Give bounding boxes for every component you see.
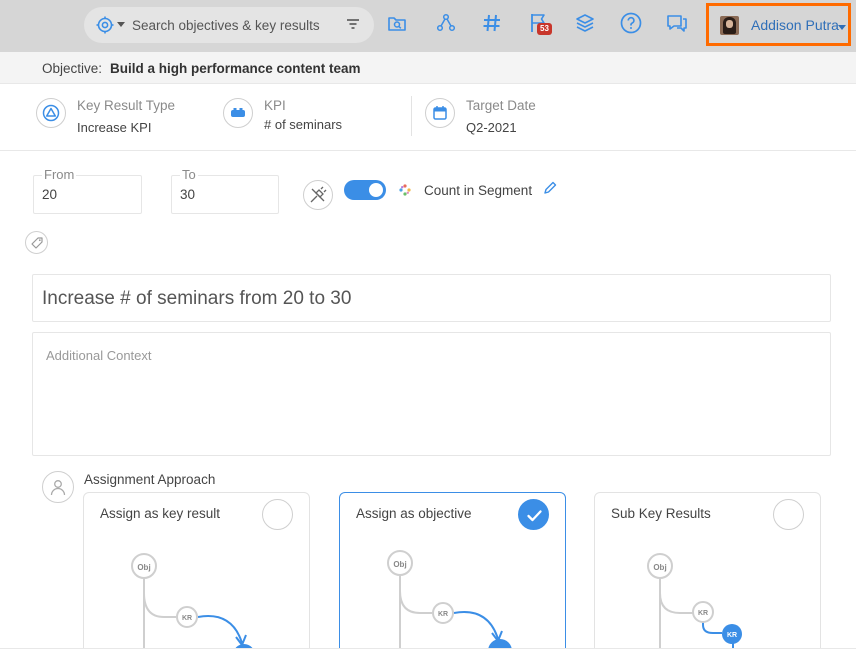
tag-icon[interactable] (25, 231, 48, 254)
count-in-segment-toggle[interactable] (344, 180, 386, 200)
avatar (720, 16, 739, 35)
edit-pencil-icon[interactable] (543, 181, 557, 200)
additional-context-input[interactable] (46, 348, 806, 438)
objective-bar: Objective: Build a high performance cont… (0, 52, 856, 84)
help-icon[interactable] (618, 10, 644, 36)
node-kr-label: KR (438, 611, 448, 618)
calendar-icon (425, 98, 455, 128)
node-obj-label: Obj (137, 563, 150, 572)
filter-icon[interactable] (346, 17, 360, 36)
search-input[interactable] (132, 15, 332, 35)
kpi-label: KPI (264, 98, 286, 113)
key-result-title-field[interactable] (32, 274, 831, 322)
node-kr-label: KR (698, 610, 708, 617)
count-in-segment-label: Count in Segment (424, 183, 533, 198)
from-label: From (42, 167, 77, 182)
top-bar: 53 Addison Putra (0, 0, 856, 52)
node-obj-label: Obj (393, 560, 406, 569)
node-obj-label: Obj (653, 563, 666, 572)
assignment-approach-label: Assignment Approach (84, 472, 216, 487)
chat-icon[interactable] (664, 10, 690, 36)
objective-title: Build a high performance content team (110, 61, 361, 76)
scope-dropdown-caret-icon[interactable] (117, 22, 125, 27)
target-date-label: Target Date (466, 98, 536, 113)
folder-search-icon[interactable] (384, 10, 410, 36)
key-result-title-input[interactable] (42, 288, 802, 310)
footer-edge (0, 648, 856, 661)
assign-as-objective-card[interactable]: Assign as objective Obj KR Obj (339, 492, 566, 661)
key-result-type-icon (36, 98, 66, 128)
layers-icon[interactable] (572, 10, 598, 36)
divider (0, 150, 856, 151)
target-date-value[interactable]: Q2-2021 (466, 120, 517, 135)
unplug-icon[interactable] (303, 180, 333, 210)
chevron-down-icon[interactable] (838, 25, 846, 30)
to-input[interactable] (180, 187, 260, 202)
user-menu[interactable]: Addison Putra (706, 3, 851, 46)
assignment-diagram: Obj KR KR (647, 553, 742, 655)
assignment-diagram: Obj KR Obj (387, 550, 512, 661)
node-kr-label: KR (182, 615, 192, 622)
kpi-value: # of seminars (264, 117, 343, 132)
hierarchy-icon[interactable] (433, 10, 459, 36)
assignment-diagram: Obj KR (131, 553, 255, 661)
key-result-type-value: Increase KPI (77, 120, 152, 135)
divider (411, 96, 412, 136)
user-icon (42, 471, 74, 503)
node-kr-label: KR (727, 632, 737, 639)
user-name[interactable]: Addison Putra (751, 17, 839, 33)
flag-count-badge: 53 (537, 23, 552, 35)
assign-as-key-result-card[interactable]: Assign as key result Obj KR (83, 492, 310, 661)
additional-context-field[interactable] (32, 332, 831, 456)
objective-prefix: Objective: (42, 61, 103, 76)
to-label: To (180, 167, 198, 182)
kpi-icon (223, 98, 253, 128)
search-bar[interactable] (84, 7, 374, 43)
from-input[interactable] (42, 187, 122, 202)
sub-key-results-card[interactable]: Sub Key Results Obj KR KR (594, 492, 821, 661)
to-field[interactable]: To (171, 167, 279, 214)
from-field[interactable]: From (33, 167, 142, 214)
segment-icon (398, 183, 412, 202)
hashtag-icon[interactable] (479, 10, 505, 36)
key-result-type-label: Key Result Type (77, 98, 176, 113)
target-icon[interactable] (96, 16, 114, 39)
